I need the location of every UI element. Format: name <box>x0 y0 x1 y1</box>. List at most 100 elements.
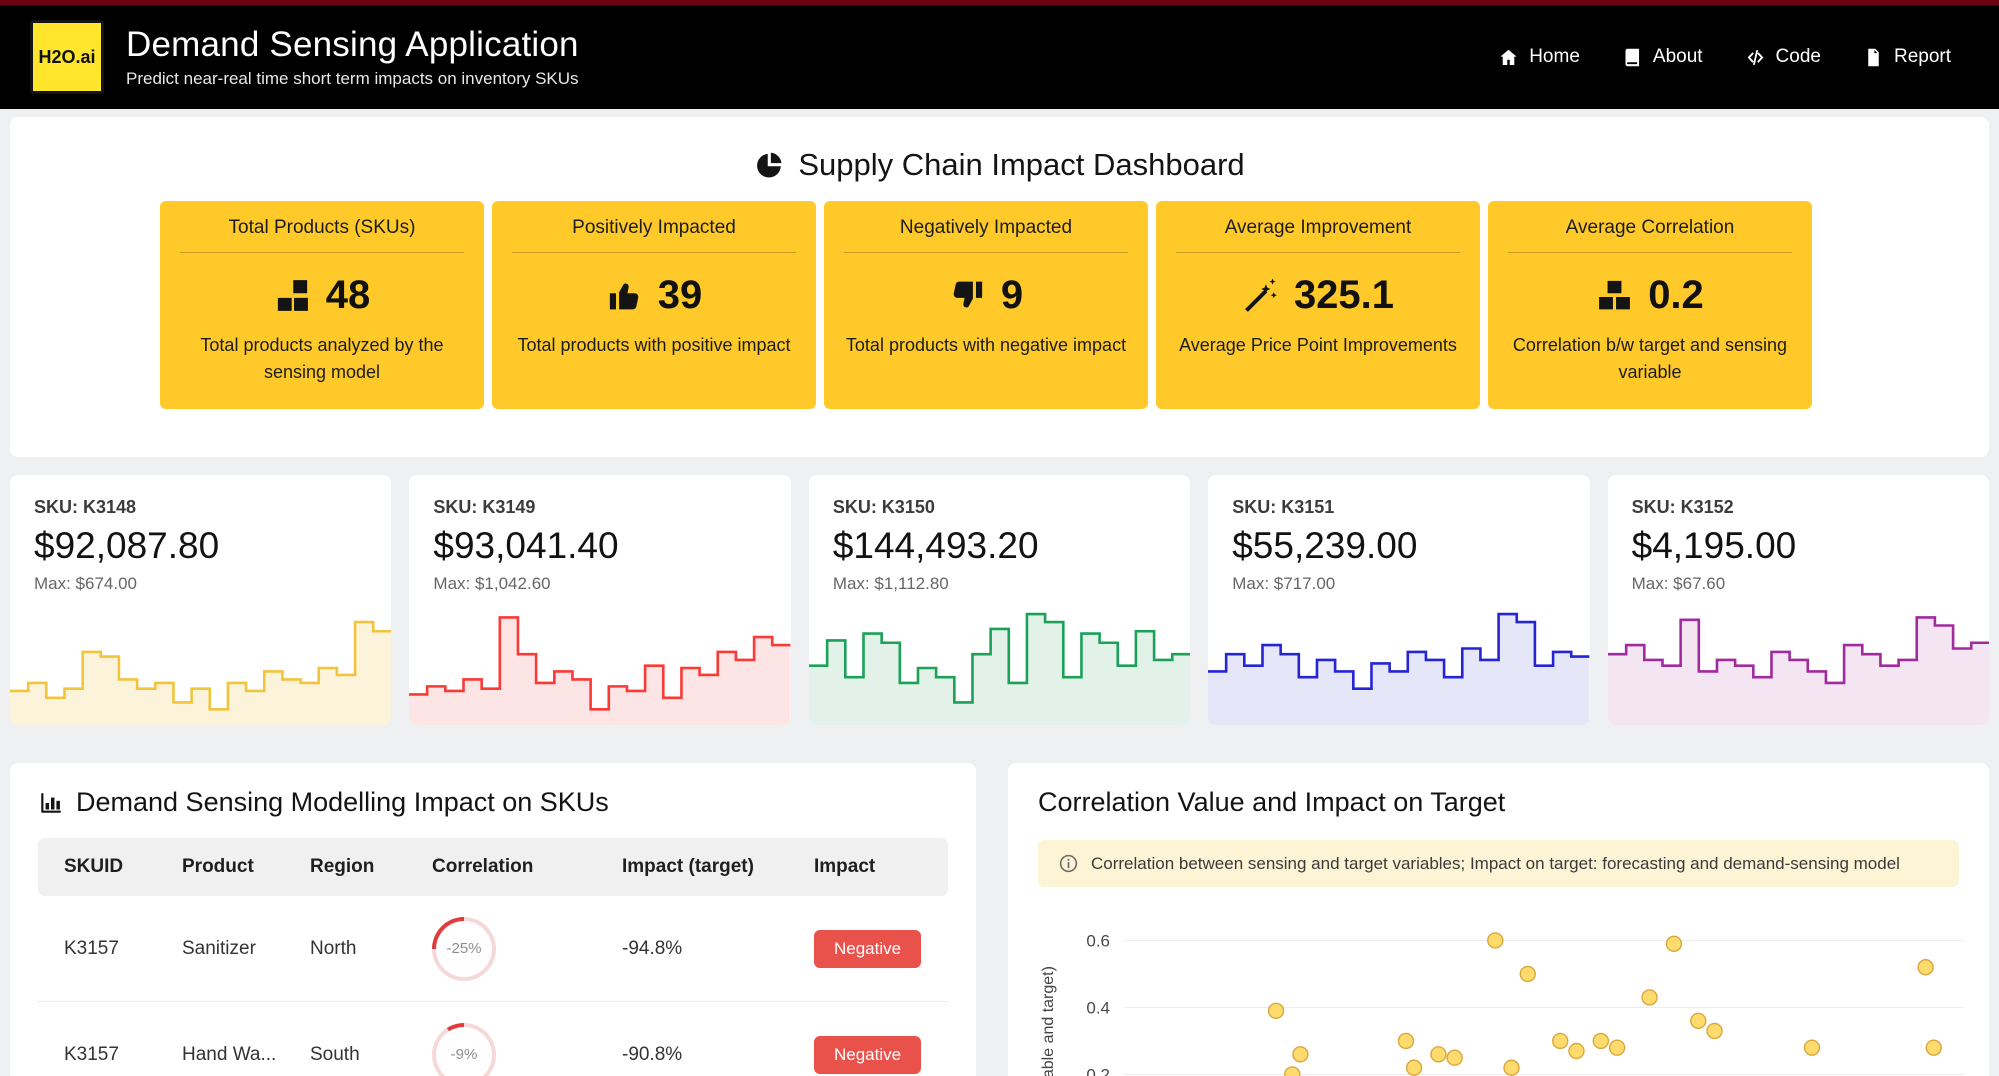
svg-text:0.4: 0.4 <box>1086 998 1110 1017</box>
kpi-card-total-products: Total Products (SKUs) 48 Total products … <box>160 201 484 409</box>
sku-sparkline-chart <box>10 597 391 725</box>
nav-label: Code <box>1776 46 1821 68</box>
home-icon <box>1498 47 1519 68</box>
sku-max: Max: $1,042.60 <box>433 574 766 594</box>
dashboard-title-text: Supply Chain Impact Dashboard <box>798 147 1244 183</box>
kpi-value: 48 <box>326 273 371 318</box>
impact-table-title-text: Demand Sensing Modelling Impact on SKUs <box>76 787 609 818</box>
sku-card-k3148: SKU: K3148 $92,087.80 Max: $674.00 <box>10 475 391 725</box>
cell-region: North <box>284 938 406 960</box>
kpi-card-average-improvement: Average Improvement 325.1 Average Price … <box>1156 201 1480 409</box>
sku-card-k3150: SKU: K3150 $144,493.20 Max: $1,112.80 <box>809 475 1190 725</box>
sku-max: Max: $67.60 <box>1632 574 1965 594</box>
nav-item-report[interactable]: Report <box>1863 46 1951 68</box>
impact-table[interactable]: SKUID Product Region Correlation Impact … <box>38 838 948 1076</box>
scatter-card: Correlation Value and Impact on Target C… <box>1008 763 1989 1076</box>
sku-label: SKU: K3150 <box>833 497 1166 518</box>
info-icon <box>1058 853 1079 874</box>
main-content: Supply Chain Impact Dashboard Total Prod… <box>0 109 1999 1076</box>
column-header-impact: Impact <box>788 856 948 878</box>
column-header-correlation: Correlation <box>406 856 596 878</box>
scatter-title-text: Correlation Value and Impact on Target <box>1038 787 1505 818</box>
app-header: H2O.ai Demand Sensing Application Predic… <box>0 5 1999 109</box>
dashboard-title: Supply Chain Impact Dashboard <box>10 143 1989 187</box>
nav-label: Report <box>1894 46 1951 68</box>
sku-value: $93,041.40 <box>433 525 766 567</box>
sku-sparkline-chart <box>1208 597 1589 725</box>
scatter-title: Correlation Value and Impact on Target <box>1038 787 1959 818</box>
sku-max: Max: $717.00 <box>1232 574 1565 594</box>
title-block: Demand Sensing Application Predict near-… <box>126 25 579 89</box>
kpi-description: Total products with positive impact <box>517 332 790 359</box>
pie-chart-icon <box>754 150 784 180</box>
correlation-donut: -9% <box>432 1023 496 1076</box>
sku-value: $4,195.00 <box>1632 525 1965 567</box>
nav-label: About <box>1653 46 1703 68</box>
kpi-description: Correlation b/w target and sensing varia… <box>1508 332 1792 386</box>
kpi-description: Average Price Point Improvements <box>1179 332 1457 359</box>
correlation-donut-value: -9% <box>436 1027 492 1076</box>
sku-value: $92,087.80 <box>34 525 367 567</box>
sku-max: Max: $674.00 <box>34 574 367 594</box>
impact-table-card: Demand Sensing Modelling Impact on SKUs … <box>10 763 976 1076</box>
cell-product: Sanitizer <box>156 938 284 960</box>
sku-sparkline-chart <box>409 597 790 725</box>
scatter-chart-wrap: riable and target) 0.60.40.2 <box>1038 917 1959 1076</box>
boxes-stacked-icon <box>274 277 311 314</box>
sku-value: $55,239.00 <box>1232 525 1565 567</box>
kpi-value: 0.2 <box>1648 273 1704 318</box>
thumbs-up-icon <box>606 277 643 314</box>
impact-table-title: Demand Sensing Modelling Impact on SKUs <box>38 787 948 818</box>
bar-chart-icon <box>38 790 64 816</box>
kpi-value: 39 <box>658 273 703 318</box>
kpi-header: Total Products (SKUs) <box>180 217 464 253</box>
app-title: Demand Sensing Application <box>126 25 579 65</box>
sku-value: $144,493.20 <box>833 525 1166 567</box>
cell-impact-target: -94.8% <box>596 938 788 960</box>
kpi-header: Positively Impacted <box>512 217 796 253</box>
impact-badge: Negative <box>814 1036 921 1074</box>
cubes-icon <box>1596 277 1633 314</box>
report-icon <box>1863 47 1884 68</box>
sku-card-k3149: SKU: K3149 $93,041.40 Max: $1,042.60 <box>409 475 790 725</box>
sku-card-k3152: SKU: K3152 $4,195.00 Max: $67.60 <box>1608 475 1989 725</box>
sku-label: SKU: K3149 <box>433 497 766 518</box>
column-header-region: Region <box>284 856 406 878</box>
correlation-donut-value: -25% <box>436 921 492 977</box>
kpi-header: Negatively Impacted <box>844 217 1128 253</box>
sku-max: Max: $1,112.80 <box>833 574 1166 594</box>
correlation-donut: -25% <box>432 917 496 981</box>
dashboard-card: Supply Chain Impact Dashboard Total Prod… <box>10 117 1989 457</box>
nav-item-about[interactable]: About <box>1622 46 1703 68</box>
column-header-skuid: SKUID <box>38 856 156 878</box>
scatter-plot: 0.60.40.2 <box>1068 917 1968 1076</box>
code-icon <box>1745 47 1766 68</box>
nav-item-home[interactable]: Home <box>1498 46 1580 68</box>
nav-item-code[interactable]: Code <box>1745 46 1821 68</box>
sku-label: SKU: K3152 <box>1632 497 1965 518</box>
column-header-product: Product <box>156 856 284 878</box>
cell-skuid: K3157 <box>38 938 156 960</box>
top-nav: Home About Code Report <box>1498 46 1969 68</box>
kpi-card-negatively-impacted: Negatively Impacted 9 Total products wit… <box>824 201 1148 409</box>
nav-label: Home <box>1529 46 1580 68</box>
kpi-description: Total products analyzed by the sensing m… <box>180 332 464 386</box>
sku-sparkline-chart <box>809 597 1190 725</box>
table-row: K3157 Sanitizer North -25% -94.8% Negati… <box>38 896 948 1002</box>
app-subtitle: Predict near-real time short term impact… <box>126 69 579 89</box>
sku-card-k3151: SKU: K3151 $55,239.00 Max: $717.00 <box>1208 475 1589 725</box>
kpi-value: 9 <box>1001 273 1023 318</box>
cell-skuid: K3157 <box>38 1044 156 1066</box>
scatter-y-axis-label: riable and target) <box>1040 966 1058 1076</box>
cell-region: South <box>284 1044 406 1066</box>
kpi-description: Total products with negative impact <box>846 332 1126 359</box>
h2o-logo[interactable]: H2O.ai <box>30 20 104 94</box>
impact-badge: Negative <box>814 930 921 968</box>
sku-label: SKU: K3151 <box>1232 497 1565 518</box>
book-icon <box>1622 47 1643 68</box>
info-banner: Correlation between sensing and target v… <box>1038 840 1959 887</box>
magic-wand-icon <box>1242 277 1279 314</box>
thumbs-down-icon <box>949 277 986 314</box>
logo-text: H2O.ai <box>38 47 95 68</box>
svg-text:0.6: 0.6 <box>1086 931 1110 950</box>
